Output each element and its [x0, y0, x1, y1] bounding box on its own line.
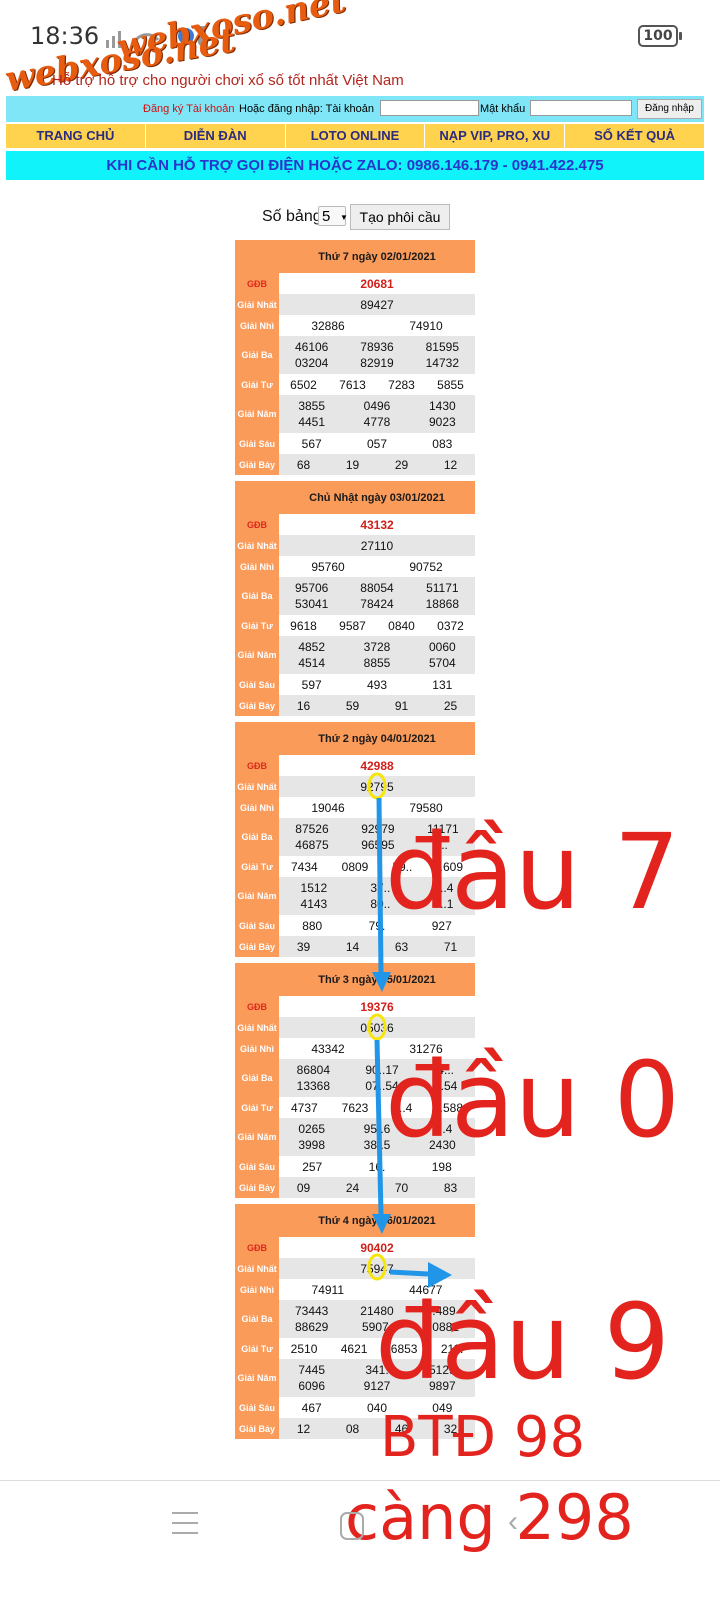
home-icon[interactable] [340, 1512, 364, 1540]
arrow-head [372, 1214, 391, 1234]
arrow-line [389, 1269, 429, 1277]
arrow-line [376, 797, 384, 973]
highlight-circle [367, 772, 387, 800]
menu-icon[interactable] [172, 1512, 198, 1534]
highlight-circle [367, 1013, 387, 1041]
bottom-divider [0, 1480, 720, 1481]
annotation-dau-9: đầu 9 [375, 1281, 670, 1403]
back-icon[interactable]: ‹ [508, 1505, 518, 1539]
annotation-dau-0: đầu 0 [385, 1039, 680, 1161]
annotation-cang: càng 298 [345, 1481, 634, 1554]
annotation-dau-7: đầu 7 [385, 811, 680, 933]
arrow-line [374, 1039, 384, 1215]
highlight-circle [367, 1253, 387, 1281]
annotation-btd: BTĐ 98 [380, 1405, 586, 1470]
arrow-head [372, 972, 391, 992]
